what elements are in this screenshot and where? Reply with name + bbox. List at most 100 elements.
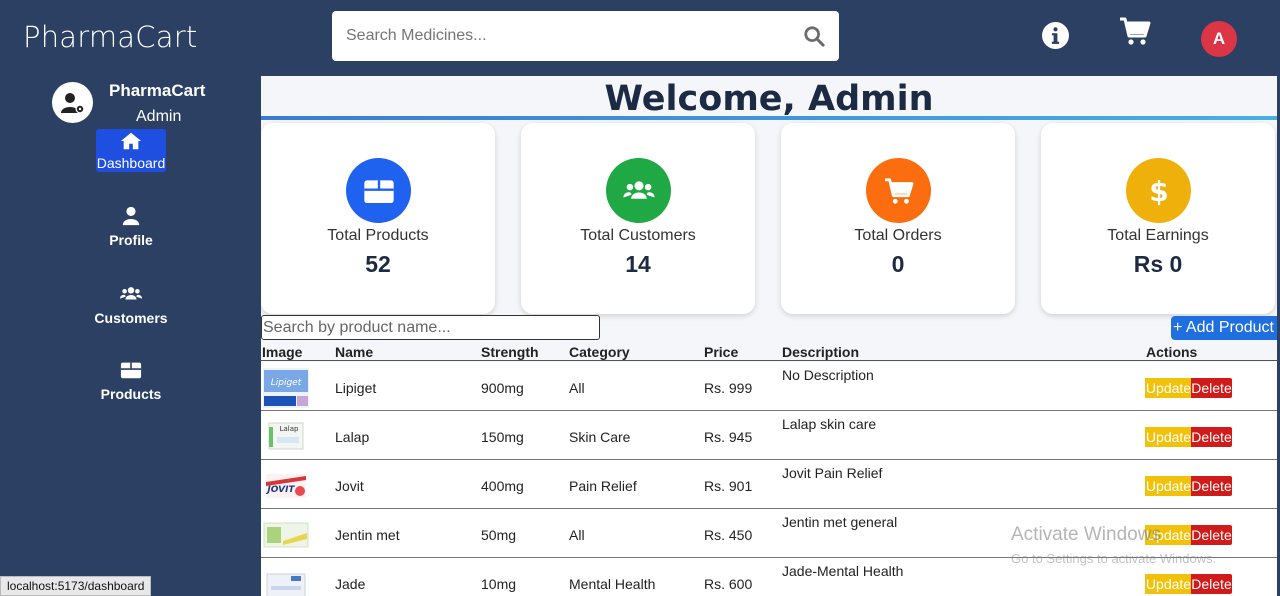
main-content: Welcome, Admin Total Products 52 Total C… <box>261 76 1277 596</box>
user-avatar[interactable]: A <box>1201 21 1237 57</box>
product-image <box>263 564 309 596</box>
card-value: 14 <box>625 251 651 277</box>
card-label: Total Customers <box>580 227 696 244</box>
top-navbar: PharmaCart A <box>0 0 1280 76</box>
cell-price: Rs. 945 <box>704 429 753 445</box>
cell-category: Mental Health <box>569 576 656 592</box>
windows-activation-watermark: Activate Windows <box>1011 524 1161 545</box>
users-icon <box>622 180 655 199</box>
cell-name: Lipiget <box>335 380 377 396</box>
card-total-products: Total Products 52 <box>261 123 495 314</box>
user-icon <box>122 206 140 226</box>
sidebar-item-label: Products <box>100 386 162 402</box>
delete-button[interactable]: Delete <box>1191 476 1232 496</box>
sidebar-admin-name: PharmaCart <box>109 81 206 100</box>
table-row: JOVIT Jovit 400mg Pain Relief Rs. 901 Jo… <box>261 460 1277 509</box>
search-input[interactable] <box>346 11 796 61</box>
card-label: Total Earnings <box>1107 227 1209 244</box>
page-title: Welcome, Admin <box>604 79 934 119</box>
users-icon <box>120 287 142 300</box>
sidebar-item-profile[interactable]: Profile <box>81 206 181 248</box>
sidebar-admin-role: Admin <box>136 108 182 125</box>
delete-button[interactable]: Delete <box>1191 378 1232 398</box>
brand-logo[interactable]: PharmaCart <box>23 20 197 54</box>
admin-avatar <box>52 82 93 123</box>
svg-text:JOVIT: JOVIT <box>265 485 295 495</box>
table-row: Lipiget Lipiget 900mg All Rs. 999 No Des… <box>261 362 1277 411</box>
card-value: 0 <box>891 251 905 277</box>
cell-strength: 10mg <box>481 576 517 592</box>
table-header: Image Name Strength Category Price Descr… <box>261 342 1277 361</box>
cell-strength: 900mg <box>481 380 524 396</box>
col-header-actions: Actions <box>1146 344 1198 360</box>
cell-name: Jade <box>335 576 366 592</box>
col-header-name: Name <box>335 344 374 360</box>
cell-name: Jentin met <box>335 527 400 543</box>
card-icon-circle <box>866 158 931 223</box>
cell-description: Jade-Mental Health <box>782 563 904 579</box>
product-image: JOVIT <box>263 466 309 506</box>
box-icon <box>363 179 394 203</box>
update-button[interactable]: Update <box>1145 476 1192 496</box>
card-label: Total Products <box>327 227 429 244</box>
cell-strength: 150mg <box>481 429 524 445</box>
delete-button[interactable]: Delete <box>1191 427 1232 447</box>
cell-category: All <box>569 527 585 543</box>
col-header-description: Description <box>782 344 860 360</box>
search-bar <box>332 11 839 61</box>
svg-text:Lipiget: Lipiget <box>271 378 302 388</box>
card-label: Total Orders <box>854 227 942 244</box>
cell-category: Pain Relief <box>569 478 637 494</box>
col-header-price: Price <box>704 344 739 360</box>
svg-text:Lalap: Lalap <box>280 425 299 433</box>
delete-button[interactable]: Delete <box>1191 574 1232 594</box>
product-search <box>261 315 600 340</box>
cell-strength: 50mg <box>481 527 517 543</box>
col-header-category: Category <box>569 344 630 360</box>
cell-price: Rs. 901 <box>704 478 753 494</box>
dollar-icon: $ <box>1149 175 1168 207</box>
search-icon[interactable] <box>803 25 825 47</box>
card-icon-circle <box>606 158 671 223</box>
update-button[interactable]: Update <box>1145 574 1192 594</box>
sidebar-item-label: Customers <box>94 310 168 326</box>
col-header-image: Image <box>262 344 303 360</box>
cell-description: Jovit Pain Relief <box>782 465 883 481</box>
add-product-button[interactable]: + Add Product <box>1171 316 1277 340</box>
sidebar-item-dashboard[interactable]: Dashboard <box>96 129 166 172</box>
card-total-earnings: $ Total Earnings Rs 0 <box>1041 123 1275 314</box>
card-total-orders: Total Orders 0 <box>781 123 1015 314</box>
cell-name: Jovit <box>335 478 364 494</box>
box-icon <box>120 362 142 379</box>
cell-price: Rs. 600 <box>704 576 753 592</box>
cart-icon <box>884 177 913 204</box>
svg-text:$: $ <box>1149 175 1168 207</box>
sidebar-item-label: Profile <box>109 232 153 248</box>
cart-icon[interactable] <box>1119 16 1151 46</box>
home-icon <box>120 132 142 150</box>
cell-price: Rs. 999 <box>704 380 753 396</box>
cell-description: Jentin met general <box>782 514 898 530</box>
table-row: Lalap Lalap 150mg Skin Care Rs. 945 Lala… <box>261 411 1277 460</box>
browser-status-url: localhost:5173/dashboard <box>0 576 152 596</box>
col-header-strength: Strength <box>481 344 539 360</box>
cell-description: Lalap skin care <box>782 416 877 432</box>
cell-price: Rs. 450 <box>704 527 753 543</box>
product-image: Lalap <box>263 417 309 457</box>
cell-strength: 400mg <box>481 478 524 494</box>
update-button[interactable]: Update <box>1145 427 1192 447</box>
card-value: 52 <box>365 251 391 277</box>
sidebar-item-customers[interactable]: Customers <box>81 284 181 326</box>
user-gear-icon <box>60 92 84 113</box>
cell-category: All <box>569 380 585 396</box>
title-underline <box>261 116 1277 120</box>
delete-button[interactable]: Delete <box>1191 525 1232 545</box>
info-icon[interactable] <box>1042 22 1069 49</box>
product-search-input[interactable] <box>262 316 599 339</box>
product-image <box>263 515 309 555</box>
product-image: Lipiget <box>263 368 309 408</box>
update-button[interactable]: Update <box>1145 378 1192 398</box>
sidebar-item-products[interactable]: Products <box>81 360 181 402</box>
card-icon-circle: $ <box>1126 158 1191 223</box>
windows-activation-hint: Go to Settings to activate Windows. <box>1011 551 1217 566</box>
